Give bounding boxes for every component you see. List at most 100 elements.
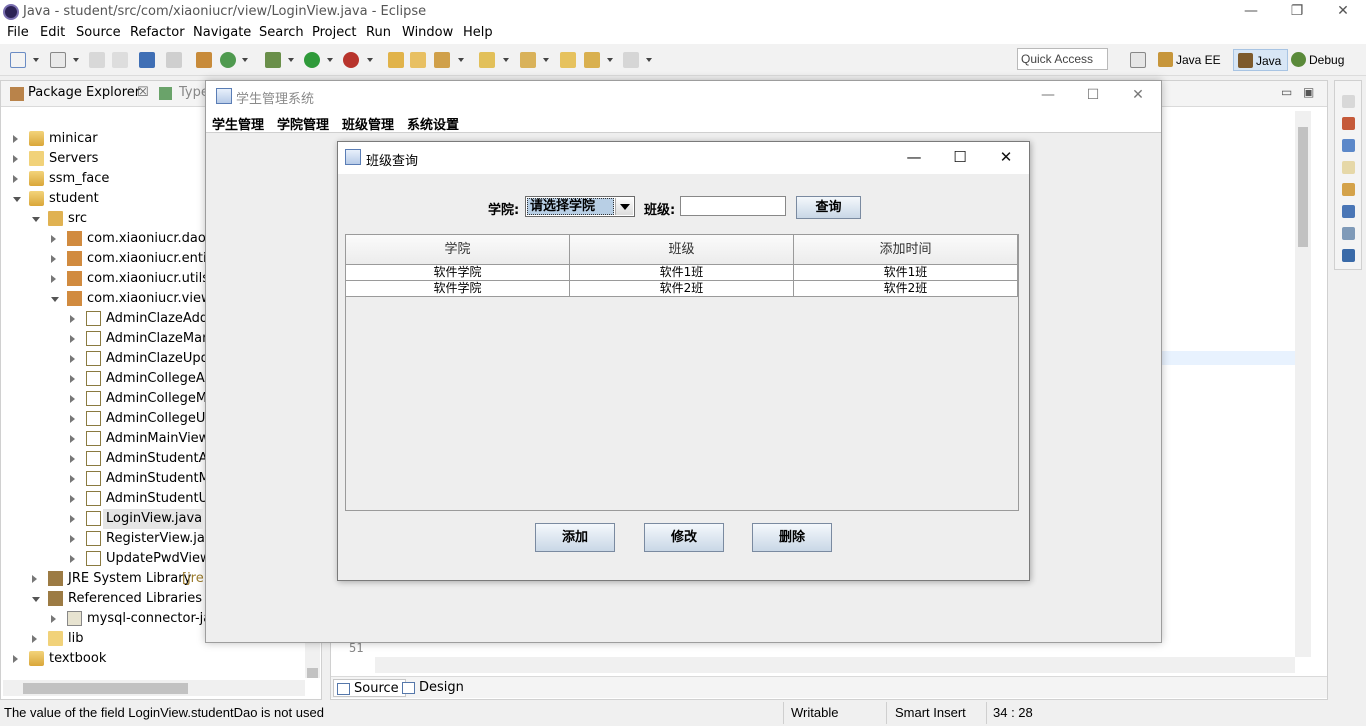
perspective-java-ee[interactable]: Java EE [1154,49,1227,71]
next-annotation-icon[interactable] [479,52,495,68]
design-tab[interactable]: Design [399,679,470,697]
open-type-icon[interactable] [388,52,404,68]
save-all-icon[interactable] [112,52,128,68]
editor-maximize-icon[interactable]: ▣ [1303,85,1314,99]
eclipse-close-button[interactable]: ✕ [1320,0,1366,24]
menu-college-management[interactable]: 学院管理 [277,114,329,133]
eclipse-maximize-button[interactable]: ❐ [1274,0,1320,24]
collapsed-arrow-icon[interactable] [51,615,56,623]
forward-dropdown-icon[interactable] [646,58,652,62]
external-tools-dropdown-icon[interactable] [367,58,373,62]
new-icon[interactable] [10,52,26,68]
package-explorer-tab[interactable]: Package Explorer [28,85,140,100]
collapsed-arrow-icon[interactable] [51,235,56,243]
edit-button[interactable]: 修改 [644,523,724,552]
collapsed-arrow-icon[interactable] [13,655,18,663]
scroll-thumb[interactable] [1298,127,1308,247]
expanded-arrow-icon[interactable] [32,597,40,602]
close-icon[interactable]: ☒ [137,85,149,100]
menu-navigate[interactable]: Navigate [193,25,251,40]
student-window-minimize-button[interactable]: — [1025,81,1071,111]
table-header-class[interactable]: 班级 [570,235,794,265]
outline-icon[interactable] [1342,249,1355,262]
collapsed-arrow-icon[interactable] [51,255,56,263]
class-query-minimize-button[interactable]: — [891,142,937,172]
collapsed-arrow-icon[interactable] [51,275,56,283]
class-query-close-button[interactable]: ✕ [983,142,1029,172]
collapsed-arrow-icon[interactable] [70,375,75,383]
next-annotation-dropdown-icon[interactable] [503,58,509,62]
menu-source[interactable]: Source [76,25,121,40]
delete-button[interactable]: 删除 [752,523,832,552]
table-header-college[interactable]: 学院 [346,235,570,265]
collapsed-arrow-icon[interactable] [13,155,18,163]
table-cell[interactable]: 软件学院 [346,265,570,281]
debug-icon[interactable] [265,52,281,68]
menu-search[interactable]: Search [259,25,304,40]
run-external-tools-icon[interactable] [343,52,359,68]
table-header-added-time[interactable]: 添加时间 [794,235,1018,265]
menu-help[interactable]: Help [463,25,493,40]
previous-annotation-dropdown-icon[interactable] [543,58,549,62]
debug-dropdown-icon[interactable] [288,58,294,62]
expanded-arrow-icon[interactable] [32,217,40,222]
quick-access-input[interactable]: Quick Access [1017,48,1108,70]
expanded-arrow-icon[interactable] [51,297,59,302]
new-package-icon[interactable] [50,52,66,68]
table-cell[interactable]: 软件1班 [570,265,794,281]
console-icon[interactable] [1342,205,1355,218]
search-icon[interactable] [434,52,450,68]
package-explorer-horizontal-scrollbar[interactable] [3,680,305,696]
college-select[interactable]: 请选择学院 [525,196,635,217]
new-dropdown-icon[interactable] [33,58,39,62]
javadoc-icon[interactable] [1342,139,1355,152]
save-icon[interactable] [89,52,105,68]
table-cell[interactable]: 软件2班 [570,281,794,297]
problems-icon[interactable] [1342,117,1355,130]
run-dropdown-icon[interactable] [327,58,333,62]
declaration-icon[interactable] [1342,161,1355,174]
back-dropdown-icon[interactable] [607,58,613,62]
chevron-down-icon[interactable] [615,198,633,215]
collapsed-arrow-icon[interactable] [70,535,75,543]
collapsed-arrow-icon[interactable] [70,475,75,483]
open-folder-icon[interactable] [410,52,426,68]
menu-edit[interactable]: Edit [40,25,65,40]
new-package-dropdown-icon[interactable] [73,58,79,62]
menu-project[interactable]: Project [312,25,356,40]
tree-item[interactable]: textbook [1,649,303,669]
menu-file[interactable]: File [7,25,29,40]
collapsed-arrow-icon[interactable] [70,515,75,523]
eclipse-minimize-button[interactable]: — [1228,0,1274,24]
scroll-thumb[interactable] [307,668,318,678]
student-window-close-button[interactable]: ✕ [1115,81,1161,111]
student-window-maximize-button[interactable]: ☐ [1070,81,1116,111]
add-button[interactable]: 添加 [535,523,615,552]
class-name-input[interactable] [680,196,786,216]
collapsed-arrow-icon[interactable] [70,495,75,503]
last-edit-location-icon[interactable] [560,52,576,68]
editor-vertical-scrollbar[interactable] [1295,111,1311,657]
collapsed-arrow-icon[interactable] [13,175,18,183]
collapsed-arrow-icon[interactable] [32,575,37,583]
progress-icon[interactable] [1342,227,1355,240]
menu-refactor[interactable]: Refactor [130,25,185,40]
new-class-dropdown-icon[interactable] [242,58,248,62]
restore-icon[interactable] [1342,95,1355,108]
search-dropdown-icon[interactable] [458,58,464,62]
new-class-icon[interactable] [220,52,236,68]
collapsed-arrow-icon[interactable] [32,635,37,643]
collapsed-arrow-icon[interactable] [13,135,18,143]
collapsed-arrow-icon[interactable] [70,415,75,423]
tree-item[interactable]: LoginView.java [1,509,303,529]
query-button[interactable]: 查询 [796,196,861,219]
editor-horizontal-scrollbar[interactable] [375,657,1295,673]
open-perspective-icon[interactable] [1130,52,1146,68]
menu-class-management[interactable]: 班级管理 [342,114,394,133]
collapsed-arrow-icon[interactable] [70,355,75,363]
menu-student-management[interactable]: 学生管理 [212,114,264,133]
collapsed-arrow-icon[interactable] [70,455,75,463]
editor-minimize-icon[interactable]: ▭ [1281,85,1292,99]
skip-breakpoints-icon[interactable] [166,52,182,68]
back-icon[interactable] [584,52,600,68]
